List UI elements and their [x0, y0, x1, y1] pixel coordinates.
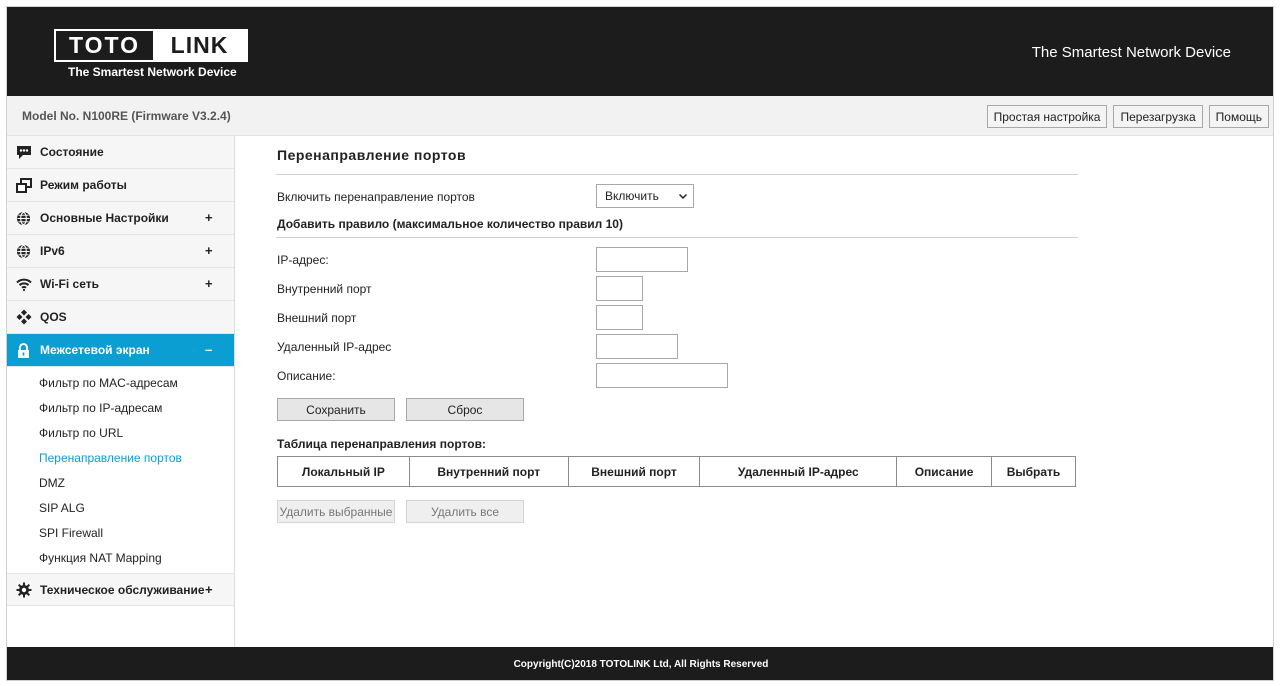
reboot-button[interactable]: Перезагрузка: [1113, 105, 1203, 128]
expand-icon[interactable]: +: [205, 243, 213, 258]
ip-address-input[interactable]: [596, 247, 688, 272]
chevron-down-icon: [678, 190, 688, 204]
expand-icon[interactable]: +: [205, 210, 213, 225]
help-button[interactable]: Помощь: [1208, 105, 1269, 128]
sidebar-item-basic-settings[interactable]: Основные Настройки +: [7, 202, 234, 235]
model-bar: Model No. N100RE (Firmware V3.2.4) Прост…: [7, 96, 1273, 136]
description-label: Описание:: [277, 369, 336, 383]
sidebar-item-label: QOS: [40, 310, 67, 324]
top-buttons: Простая настройка Перезагрузка Помощь: [986, 105, 1269, 128]
port-forwarding-table: Локальный IP Внутренний порт Внешний пор…: [277, 456, 1076, 487]
external-port-label: Внешний порт: [277, 311, 357, 325]
sidebar-item-label: Состояние: [40, 145, 104, 159]
internal-port-input[interactable]: [596, 276, 643, 301]
submenu-spi-firewall[interactable]: SPI Firewall: [7, 520, 234, 545]
table-title: Таблица перенаправления портов:: [277, 437, 486, 451]
sidebar-item-qos[interactable]: QOS: [7, 301, 234, 334]
wifi-icon: [15, 276, 32, 293]
diamond-grid-icon: [15, 309, 32, 326]
submenu-nat-mapping[interactable]: Функция NAT Mapping: [7, 545, 234, 570]
sidebar-item-status[interactable]: Состояние: [7, 136, 234, 169]
globe-icon: [15, 243, 32, 260]
delete-all-button[interactable]: Удалить все: [406, 500, 524, 523]
sidebar-item-label: Wi-Fi сеть: [40, 277, 99, 291]
col-remote-ip: Удаленный IP-адрес: [699, 456, 898, 487]
col-description: Описание: [896, 456, 993, 487]
windows-icon: [15, 177, 32, 194]
lock-icon: [15, 342, 32, 359]
easy-setup-button[interactable]: Простая настройка: [986, 105, 1108, 128]
submenu-mac-filter[interactable]: Фильтр по MAC-адресам: [7, 370, 234, 395]
logo-link-text: LINK: [153, 31, 246, 60]
sidebar-item-label: Межсетевой экран: [40, 343, 150, 357]
submenu-port-forwarding[interactable]: Перенаправление портов: [7, 445, 234, 470]
copyright-text: Copyright(C)2018 TOTOLINK Ltd, All Right…: [513, 659, 769, 670]
col-internal-port: Внутренний порт: [408, 456, 569, 487]
sidebar-item-maintenance[interactable]: Техническое обслуживание +: [7, 573, 234, 606]
delete-selected-button[interactable]: Удалить выбранные: [277, 500, 395, 523]
save-button[interactable]: Сохранить: [277, 398, 395, 421]
firewall-submenu: Фильтр по MAC-адресам Фильтр по IP-адрес…: [7, 367, 234, 570]
sidebar-item-label: IPv6: [40, 244, 65, 258]
col-local-ip: Локальный IP: [277, 456, 410, 487]
submenu-sip-alg[interactable]: SIP ALG: [7, 495, 234, 520]
divider: [276, 237, 1078, 238]
sidebar-item-label: Техническое обслуживание: [40, 582, 205, 597]
reset-button[interactable]: Сброс: [406, 398, 524, 421]
collapse-icon[interactable]: –: [205, 342, 212, 357]
divider: [276, 174, 1078, 175]
external-port-input[interactable]: [596, 305, 643, 330]
remote-ip-input[interactable]: [596, 334, 678, 359]
add-rule-title: Добавить правило (максимальное количеств…: [277, 217, 623, 231]
globe-icon: [15, 210, 32, 227]
gear-icon: [15, 581, 32, 598]
submenu-dmz[interactable]: DMZ: [7, 470, 234, 495]
page-title: Перенаправление портов: [277, 147, 467, 163]
logo-tagline: The Smartest Network Device: [68, 65, 237, 79]
model-number: Model No. N100RE (Firmware V3.2.4): [22, 109, 231, 123]
col-select: Выбрать: [991, 456, 1076, 487]
header-slogan: The Smartest Network Device: [1031, 44, 1231, 61]
table-header-row: Локальный IP Внутренний порт Внешний пор…: [277, 456, 1076, 487]
router-admin-page: TOTO LINK The Smartest Network Device Th…: [6, 6, 1274, 681]
sidebar-item-operation-mode[interactable]: Режим работы: [7, 169, 234, 202]
remote-ip-label: Удаленный IP-адрес: [277, 340, 392, 354]
chat-bubble-icon: [15, 144, 32, 161]
enable-label: Включить перенаправление портов: [277, 190, 475, 204]
sidebar-item-wifi[interactable]: Wi-Fi сеть +: [7, 268, 234, 301]
col-external-port: Внешний порт: [567, 456, 701, 487]
sidebar: Состояние Режим работы Основные Настройк…: [7, 136, 235, 647]
sidebar-item-label: Основные Настройки: [40, 211, 169, 225]
expand-icon[interactable]: +: [205, 276, 213, 291]
sidebar-item-label: Режим работы: [40, 178, 127, 192]
totolink-logo: TOTO LINK: [54, 29, 248, 62]
ip-address-label: IP-адрес:: [277, 253, 329, 267]
footer: Copyright(C)2018 TOTOLINK Ltd, All Right…: [7, 647, 1273, 680]
expand-icon[interactable]: +: [205, 582, 213, 597]
sidebar-item-ipv6[interactable]: IPv6 +: [7, 235, 234, 268]
sidebar-item-firewall[interactable]: Межсетевой экран –: [7, 334, 234, 367]
submenu-ip-filter[interactable]: Фильтр по IP-адресам: [7, 395, 234, 420]
logo-toto-text: TOTO: [68, 32, 141, 58]
enable-select-value: Включить: [605, 189, 659, 203]
internal-port-label: Внутренний порт: [277, 282, 372, 296]
submenu-url-filter[interactable]: Фильтр по URL: [7, 420, 234, 445]
description-input[interactable]: [596, 363, 728, 388]
header: TOTO LINK The Smartest Network Device Th…: [7, 7, 1273, 96]
enable-select[interactable]: Включить: [596, 184, 694, 208]
